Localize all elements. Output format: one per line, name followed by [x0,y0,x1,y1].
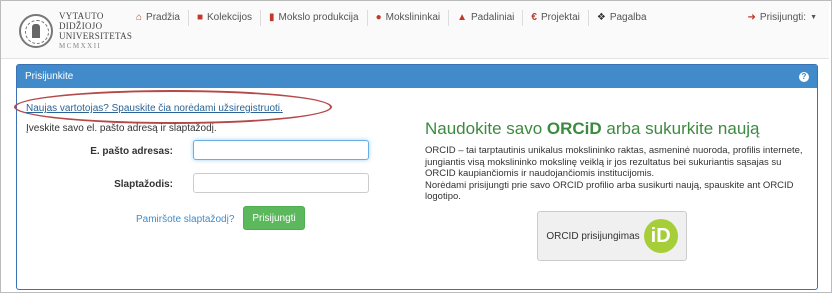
euro-icon: € [531,12,537,23]
nav-item-label: Kolekcijos [207,12,253,23]
help-icon[interactable]: ? [799,71,809,82]
nav-item-label: Mokslininkai [385,12,441,23]
user-icon: ● [375,12,382,23]
nav-item-pagalba[interactable]: ❖ Pagalba [589,1,655,34]
password-label: Slaptažodis: [114,179,173,190]
nav-item-label: Pradžia [146,12,180,23]
orcid-logo-icon: iD [643,219,678,253]
nav-item-mokslo-produkcija[interactable]: ▮ Mokslo produkcija [261,1,367,34]
sign-in-icon: ➜ [747,12,756,23]
logo-line-1: VYTAUTO [59,11,104,21]
university-seal-icon [19,14,53,48]
logo-line-4: MCMXXII [59,42,102,50]
chevron-down-icon: ▼ [810,14,817,21]
orcid-description-1: ORCID – tai tarptautinis unikalus moksli… [425,145,803,179]
logo-line-3: UNIVERSITETAS [59,31,133,41]
login-instruction: Įveskite savo el. pašto adresą ir slapta… [26,123,217,134]
orcid-heading-brand: ORCiD [546,119,602,138]
book-icon: ▮ [269,12,275,23]
nav-item-label: Padaliniai [471,12,515,23]
forgot-password-link[interactable]: Pamiršote slaptažodį? [136,214,234,225]
orcid-heading: Naudokite savo ORCiD arba sukurkite nauj… [425,119,760,139]
orcid-description: ORCID – tai tarptautinis unikalus moksli… [425,145,808,203]
login-button[interactable]: Prisijungti [243,206,305,230]
institution-icon: ▲ [457,12,468,23]
info-icon: ❖ [596,12,606,23]
orcid-login-button[interactable]: ORCID prisijungimas iD [537,211,687,261]
email-field[interactable] [193,140,369,160]
main-nav: ⌂ Pradžia ■ Kolekcijos ▮ Mokslo produkci… [128,1,655,34]
nav-item-padaliniai[interactable]: ▲ Padaliniai [449,1,522,34]
orcid-description-2: Norėdami prisijungti prie savo ORCID pro… [425,179,794,203]
orcid-heading-post: arba sukurkite naują [601,119,760,138]
home-icon: ⌂ [136,12,143,23]
university-name: VYTAUTO DIDŽIOJO UNIVERSITETAS MCMXXII [59,11,132,51]
nav-item-kolekcijos[interactable]: ■ Kolekcijos [189,1,260,34]
nav-item-label: Mokslo produkcija [278,12,359,23]
register-link[interactable]: Naujas vartotojas? Spauskite čia norėdam… [26,103,283,114]
university-logo[interactable]: VYTAUTO DIDŽIOJO UNIVERSITETAS MCMXXII [19,11,132,51]
orcid-heading-pre: Naudokite savo [425,119,547,138]
nav-item-pradzia[interactable]: ⌂ Pradžia [128,1,188,34]
orcid-login-label: ORCID prisijungimas [546,230,640,242]
login-menu-label: Prisijungti: [759,12,807,23]
nav-item-label: Projektai [540,12,580,23]
nav-item-mokslininkai[interactable]: ● Mokslininkai [368,1,449,34]
email-label: E. pašto adresas: [90,146,173,157]
folder-icon: ■ [196,12,203,23]
logo-line-2: DIDŽIOJO [59,21,103,31]
password-field[interactable] [193,173,369,193]
login-panel: Prisijunkite ? Naujas vartotojas? Spausk… [14,64,818,290]
login-menu[interactable]: ➜ Prisijungti: ▼ [748,1,817,34]
panel-heading: Prisijunkite ? [17,65,817,88]
panel-title: Prisijunkite [25,71,74,82]
top-navbar: VYTAUTO DIDŽIOJO UNIVERSITETAS MCMXXII ⌂… [1,1,829,59]
nav-item-projektai[interactable]: € Projektai [523,1,587,34]
nav-item-label: Pagalba [609,12,647,23]
